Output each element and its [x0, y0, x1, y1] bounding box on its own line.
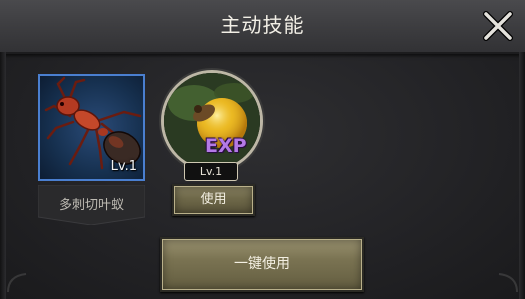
use-button[interactable]: 使用 — [172, 184, 255, 216]
right-border — [519, 52, 525, 299]
left-border — [0, 52, 6, 299]
ant-portrait-card[interactable]: Lv.1 — [38, 74, 145, 181]
use-all-button[interactable]: 一键使用 — [160, 237, 364, 292]
skill-dialog: 主动技能 Lv.1 多刺切叶蚁 EXP Lv.1 使用 一键使用 — [0, 0, 525, 299]
ant-name: 多刺切叶蚁 — [58, 198, 124, 213]
exp-label: EXP — [205, 135, 247, 157]
corner-ornament-left — [7, 273, 27, 293]
dialog-title: 主动技能 — [220, 13, 305, 37]
item-level-badge: Lv.1 — [184, 162, 238, 181]
close-button[interactable] — [480, 8, 516, 44]
close-icon — [483, 11, 513, 41]
ant-level-label: Lv.1 — [110, 159, 137, 174]
corner-ornament-right — [498, 273, 518, 293]
